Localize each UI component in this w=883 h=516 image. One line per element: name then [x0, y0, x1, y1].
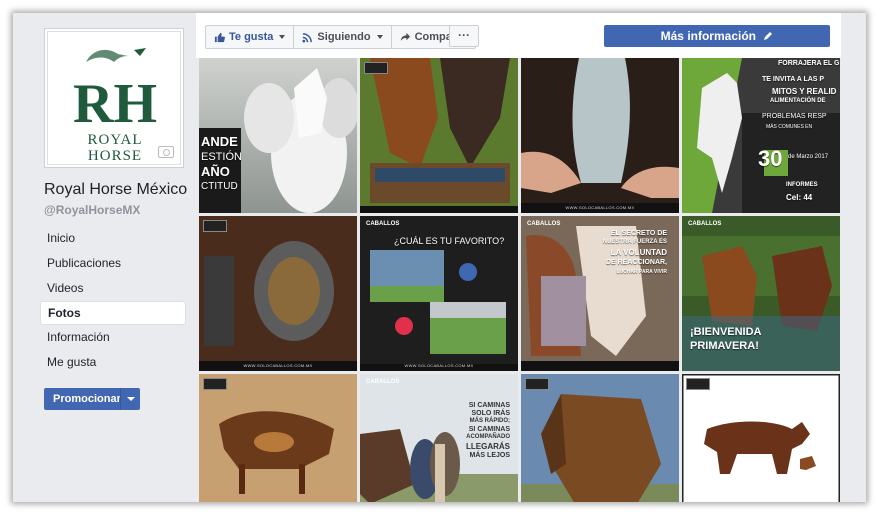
tile-caption: PROBLEMAS RESP: [762, 113, 827, 120]
nav-item-videos[interactable]: Videos: [40, 276, 186, 301]
brand-tag: [203, 378, 227, 390]
tile-caption: MÁS LEJOS: [469, 452, 510, 459]
brand-tag: [364, 62, 388, 74]
tile-caption: ACOMPAÑADO: [466, 434, 510, 440]
photo-tile[interactable]: CABALLOS ¿CUÁL ES TU FAVORITO? WWW.SOLOC…: [360, 216, 518, 371]
nav-item-fotos[interactable]: Fotos: [40, 301, 186, 325]
photo-tile[interactable]: [360, 58, 518, 213]
tile-caption: LLEGARÁS: [466, 442, 510, 451]
photo-tile[interactable]: [682, 374, 840, 502]
tile-caption: SI CAMINAS: [468, 402, 510, 409]
photo-tile[interactable]: WWW.SOLOCABALLOS.COM.MX: [521, 58, 679, 213]
tile-caption: FORRAJERA EL G: [778, 60, 840, 67]
following-label: Siguiendo: [317, 31, 371, 43]
horses-drinking-image: [360, 58, 518, 213]
tile-caption: LUCHAR PARA VIVIR: [616, 269, 667, 275]
profile-picture[interactable]: RH ROYAL HORSE: [44, 28, 184, 168]
nav-item-me-gusta[interactable]: Me gusta: [40, 350, 186, 375]
nav-item-informacion[interactable]: Información: [40, 325, 186, 350]
photo-tile[interactable]: ANDE ESTIÓN AÑO CTITUD: [199, 58, 357, 213]
braided-mane-image: [521, 58, 679, 213]
nav-item-inicio[interactable]: Inicio: [40, 226, 186, 251]
jumping-horses-image: [360, 250, 518, 371]
tile-caption: LA VOLUNTAD: [610, 248, 667, 257]
brand-tag: [686, 378, 710, 390]
grazing-horse-image: [521, 374, 679, 502]
category-label: CABALLOS: [688, 221, 722, 227]
category-label: CABALLOS: [366, 379, 400, 385]
promote-dropdown-icon[interactable]: [127, 397, 135, 401]
brand-tag: [203, 220, 227, 232]
tile-caption: Cel: 44: [786, 193, 813, 202]
action-button-group: Te gusta Siguiendo Compartir: [205, 25, 477, 49]
tile-caption: MÁS RÁPIDO;: [469, 418, 510, 424]
tile-caption: NUESTRA FUERZA ES: [602, 239, 667, 245]
page-action-bar: Te gusta Siguiendo Compartir ··· Más inf…: [196, 13, 841, 58]
camera-icon[interactable]: [158, 146, 174, 158]
chevron-down-icon: [376, 35, 383, 39]
tile-caption: SI CAMINAS: [468, 426, 510, 433]
watermark: WWW.SOLOCABALLOS.COM.MX: [243, 363, 313, 368]
photo-tile[interactable]: CABALLOS ¡BIENVENIDA PRIMAVERA!: [682, 216, 840, 371]
photo-grid: ANDE ESTIÓN AÑO CTITUD WWW.SOLOCABALLOS.…: [196, 58, 841, 502]
tile-caption: INFORMES: [786, 182, 818, 188]
watermark: WWW.SOLOCABALLOS.COM.MX: [565, 205, 635, 210]
photo-tile[interactable]: [521, 374, 679, 502]
tile-caption: ESTIÓN: [201, 151, 242, 163]
logo-line2: HORSE: [88, 148, 142, 164]
tile-caption: ALIMENTACIÓN DE: [770, 98, 826, 104]
share-arrow-icon: [400, 32, 410, 41]
more-options-button[interactable]: ···: [449, 25, 479, 47]
following-button[interactable]: Siguiendo: [294, 26, 392, 48]
promote-label: Promocionar: [53, 393, 121, 405]
promote-button[interactable]: Promocionar: [44, 388, 140, 410]
tile-caption: ANDE: [201, 134, 238, 149]
category-label: CABALLOS: [527, 221, 561, 227]
page-title[interactable]: Royal Horse México: [44, 181, 187, 199]
tile-caption: PRIMAVERA!: [690, 340, 759, 352]
more-info-label: Más información: [660, 29, 756, 43]
photo-tile[interactable]: [199, 374, 357, 502]
tile-caption: SOLO IRÁS: [471, 410, 510, 417]
photo-tile[interactable]: WWW.SOLOCABALLOS.COM.MX: [199, 216, 357, 371]
page-nav: Inicio Publicaciones Videos Fotos Inform…: [40, 226, 186, 375]
logo-monogram: RH: [73, 73, 157, 135]
event-date: de Marzo 2017: [788, 154, 829, 160]
watermark: WWW.SOLOCABALLOS.COM.MX: [404, 363, 474, 368]
horseshoe-image: [199, 216, 357, 371]
horse-and-foal-image: [682, 374, 840, 502]
photo-tile[interactable]: CABALLOS EL SECRETO DE NUESTRA FUERZA ES…: [521, 216, 679, 371]
promote-divider: [120, 388, 121, 410]
chevron-down-icon: [279, 35, 286, 39]
page-handle[interactable]: @RoyalHorseMX: [44, 203, 140, 217]
pencil-icon: [764, 32, 773, 40]
facebook-page-frame: RH ROYAL HORSE Royal Horse México @Royal…: [13, 13, 866, 502]
nav-item-publicaciones[interactable]: Publicaciones: [40, 251, 186, 276]
logo-line1: ROYAL: [87, 132, 142, 148]
tile-caption: AÑO: [201, 164, 230, 179]
cave-painting-image: [199, 374, 357, 502]
tile-caption: MÁS COMUNES EN: [766, 124, 813, 130]
event-day: 30: [758, 146, 783, 171]
tile-caption: EL SECRETO DE: [610, 230, 667, 237]
thumbs-up-icon: [214, 32, 225, 42]
brand-tag: [525, 378, 549, 390]
tile-caption: TE INVITA A LAS P: [762, 76, 825, 83]
photo-tile[interactable]: CABALLOS SI CAMINAS SOLO IRÁS MÁS RÁPIDO…: [360, 374, 518, 502]
tile-caption: DE REACCIONAR,: [605, 259, 667, 266]
like-label: Te gusta: [229, 31, 274, 43]
tile-caption: ¡BIENVENIDA: [690, 326, 762, 338]
like-button[interactable]: Te gusta: [206, 26, 295, 48]
tile-caption: CTITUD: [201, 181, 238, 192]
rss-icon: [302, 32, 313, 43]
photo-tile[interactable]: FORRAJERA EL G TE INVITA A LAS P MITOS Y…: [682, 58, 840, 213]
more-info-button[interactable]: Más información: [604, 25, 830, 47]
royal-horse-logo: RH ROYAL HORSE: [47, 31, 181, 165]
tile-caption: MITOS Y REALID: [772, 87, 837, 96]
